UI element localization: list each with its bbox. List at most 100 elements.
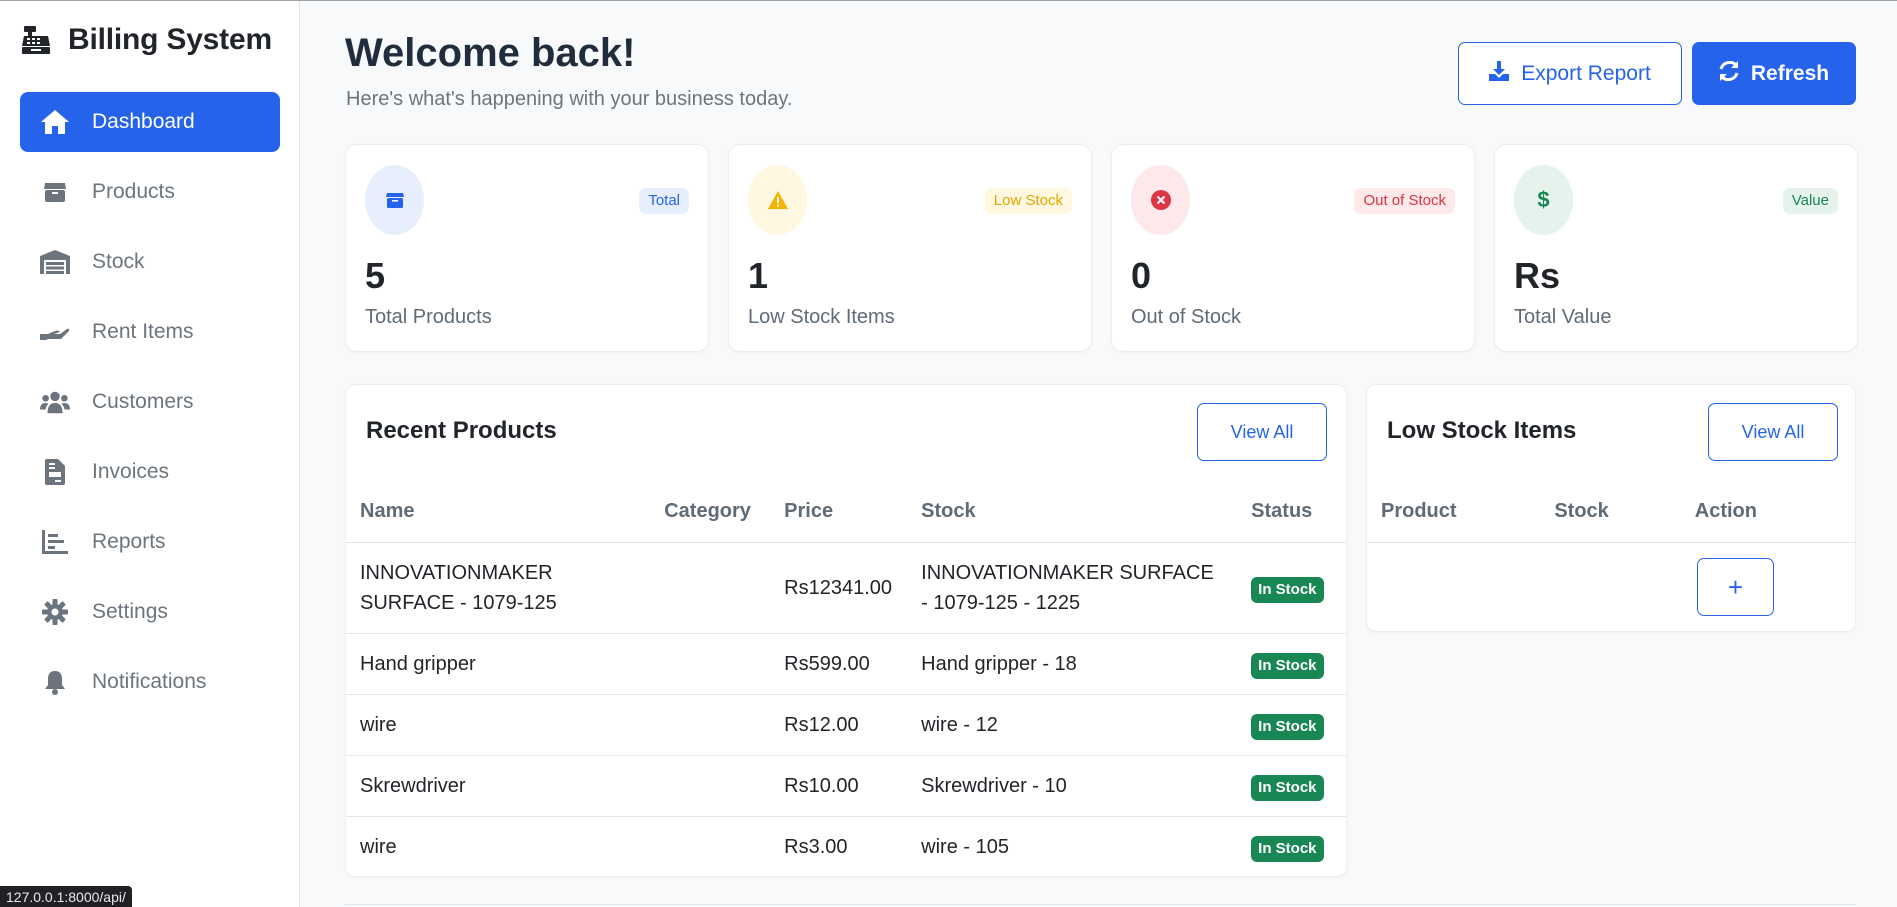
box-icon xyxy=(40,177,70,207)
download-icon xyxy=(1489,60,1510,87)
export-report-label: Export Report xyxy=(1521,61,1651,85)
panel-title: Recent Products xyxy=(366,417,557,444)
product-stock: Hand gripper - 18 xyxy=(907,633,1238,695)
stat-label: Low Stock Items xyxy=(748,306,895,328)
status-badge: In Stock xyxy=(1251,835,1324,862)
table-row[interactable]: wire Rs12.00 wire - 12 In Stock xyxy=(346,694,1346,756)
refresh-button[interactable]: Refresh xyxy=(1692,42,1856,105)
table-header-row: Name Category Price Stock Status xyxy=(346,482,1346,543)
status-badge: In Stock xyxy=(1251,576,1324,603)
sidebar-item-products[interactable]: Products xyxy=(20,162,280,222)
product-category xyxy=(650,694,771,756)
sidebar-item-dashboard[interactable]: Dashboard xyxy=(20,92,280,152)
sidebar-nav: Dashboard Products Stock Rent Items Cust… xyxy=(20,92,280,722)
status-badge: Total xyxy=(639,188,689,214)
users-icon xyxy=(40,387,70,417)
sidebar-item-settings[interactable]: Settings xyxy=(20,582,280,642)
sidebar-item-stock[interactable]: Stock xyxy=(20,232,280,292)
table-header-row: Product Stock Action xyxy=(1367,482,1855,543)
sidebar-item-rent-items[interactable]: Rent Items xyxy=(20,302,280,362)
product-price: Rs12341.00 xyxy=(770,542,908,634)
stat-label: Out of Stock xyxy=(1131,306,1242,328)
sidebar-item-invoices[interactable]: Invoices xyxy=(20,442,280,502)
column-header[interactable]: Category xyxy=(650,482,771,543)
status-badge: Out of Stock xyxy=(1354,188,1455,214)
dollar-icon: $ xyxy=(1514,165,1573,235)
stat-value: 5 xyxy=(365,255,386,296)
column-header[interactable]: Action xyxy=(1680,482,1855,543)
product-name: Hand gripper xyxy=(346,633,651,695)
panel-title: Low Stock Items xyxy=(1387,417,1577,444)
product-stock: wire - 12 xyxy=(907,694,1238,756)
table-row[interactable]: INNOVATIONMAKER SURFACE - 1079-125 Rs123… xyxy=(346,542,1346,634)
product-price: Rs12.00 xyxy=(770,694,908,756)
brand-title: Billing System xyxy=(68,23,272,56)
recent-products-panel: Recent Products View All Name Category P… xyxy=(345,384,1347,877)
table-row[interactable]: Skrewdriver Rs10.00 Skrewdriver - 10 In … xyxy=(346,755,1346,817)
page-title: Welcome back! xyxy=(345,31,636,75)
stat-label: Total Value xyxy=(1514,306,1612,328)
column-header[interactable]: Stock xyxy=(1540,482,1681,543)
table-row[interactable]: Hand gripper Rs599.00 Hand gripper - 18 … xyxy=(346,633,1346,695)
invoice-icon xyxy=(40,457,70,487)
sidebar-item-notifications[interactable]: Notifications xyxy=(20,652,280,712)
column-header[interactable]: Name xyxy=(346,482,651,543)
low-stock-table: Product Stock Action xyxy=(1367,482,1855,543)
stat-card-total-products: Total 5 Total Products xyxy=(345,144,709,352)
sidebar-item-label: Rent Items xyxy=(92,320,194,343)
stat-card-out-of-stock: Out of Stock 0 Out of Stock xyxy=(1111,144,1475,352)
table-row[interactable]: wire Rs3.00 wire - 105 In Stock xyxy=(346,816,1346,876)
sidebar-item-label: Reports xyxy=(92,530,166,553)
stat-value: Rs xyxy=(1514,255,1561,296)
product-name: INNOVATIONMAKER SURFACE - 1079-125 xyxy=(346,542,651,634)
status-bar-url: 127.0.0.1:8000/api/ xyxy=(0,886,132,907)
add-item-button[interactable]: + xyxy=(1697,558,1774,616)
sidebar-item-label: Notifications xyxy=(92,670,207,693)
status-badge: Low Stock xyxy=(984,188,1072,214)
sidebar-item-reports[interactable]: Reports xyxy=(20,512,280,572)
product-category xyxy=(650,633,771,695)
export-report-button[interactable]: Export Report xyxy=(1458,42,1682,105)
column-header[interactable]: Price xyxy=(770,482,908,543)
view-all-low-stock-button[interactable]: View All xyxy=(1708,403,1838,461)
product-price: Rs3.00 xyxy=(784,835,848,858)
stat-value: 0 xyxy=(1131,255,1152,296)
page-subtitle: Here's what's happening with your busine… xyxy=(346,88,793,110)
chart-icon xyxy=(40,527,70,557)
sidebar-item-label: Invoices xyxy=(92,460,170,483)
sidebar-item-label: Stock xyxy=(92,250,145,273)
cash-register-icon xyxy=(20,24,52,56)
warning-icon xyxy=(748,165,807,235)
product-category xyxy=(650,542,771,634)
status-badge: In Stock xyxy=(1251,652,1324,679)
column-header[interactable]: Stock xyxy=(907,482,1238,543)
stat-card-total-value: $ Value Rs Total Value xyxy=(1494,144,1858,352)
hand-holding-icon xyxy=(40,317,70,347)
stat-card-low-stock: Low Stock 1 Low Stock Items xyxy=(728,144,1092,352)
product-name: wire xyxy=(346,694,651,756)
product-stock: Skrewdriver - 10 xyxy=(907,755,1238,817)
home-icon xyxy=(40,107,70,137)
brand[interactable]: Billing System xyxy=(20,21,272,59)
sidebar-item-label: Products xyxy=(92,180,175,203)
column-header[interactable]: Product xyxy=(1367,482,1541,543)
low-stock-panel: Low Stock Items View All Product Stock A… xyxy=(1366,384,1856,632)
view-all-products-button[interactable]: View All xyxy=(1197,403,1327,461)
status-badge: In Stock xyxy=(1251,774,1324,801)
sidebar: Billing System Dashboard Products Stock … xyxy=(0,1,300,907)
product-category xyxy=(650,755,771,817)
stat-label: Total Products xyxy=(365,306,492,328)
status-badge: Value xyxy=(1782,188,1838,214)
main-content: Welcome back! Here's what's happening wi… xyxy=(301,1,1897,907)
bell-icon xyxy=(40,667,70,697)
gear-icon xyxy=(40,597,70,627)
product-stock: wire - 105 xyxy=(921,835,1009,858)
sidebar-item-customers[interactable]: Customers xyxy=(20,372,280,432)
column-header[interactable]: Status xyxy=(1237,482,1346,543)
x-circle-icon xyxy=(1131,165,1190,235)
sidebar-item-label: Settings xyxy=(92,600,168,623)
stat-value: 1 xyxy=(748,255,769,296)
product-name: wire xyxy=(360,835,397,858)
recent-products-table: Name Category Price Stock Status INNOVAT… xyxy=(346,482,1346,876)
product-price: Rs599.00 xyxy=(770,633,908,695)
